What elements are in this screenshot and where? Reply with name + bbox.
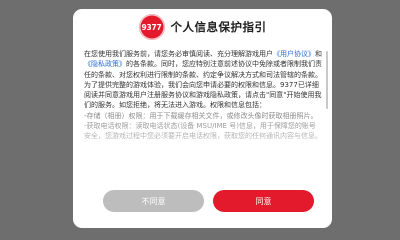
dialog-buttons: 不同意 同意 (73, 190, 332, 212)
policy-text[interactable]: 在您使用我们服务前，请您务必审慎阅读、充分理解游戏用户《用户协议》和《隐私政策》… (84, 49, 322, 159)
decline-button[interactable]: 不同意 (103, 190, 204, 212)
dialog-title: 个人信息保护指引 (170, 20, 267, 34)
permission-phone: -获取电话权限：读取电话状态(设备 MSU/IME 号)信息，用于保障您的账号安… (84, 122, 322, 141)
policy-intro: 在您使用我们服务前，请您务必审慎阅读、充分理解游戏用户《用户协议》和《隐私政策》… (84, 50, 322, 110)
permission-storage: -存储（相册）权限：用于下载缓存相关文件，或修改头像时获取相册照片。 (84, 111, 318, 120)
privacy-policy-link[interactable]: 《隐私政策》 (84, 60, 126, 68)
app-logo: 9377 (138, 14, 165, 40)
dialog-header: 9377 个人信息保护指引 (73, 9, 332, 45)
privacy-dialog: 9377 个人信息保护指引 在您使用我们服务前，请您务必审慎阅读、充分理解游戏用… (73, 9, 332, 228)
accept-button[interactable]: 同意 (213, 190, 314, 212)
user-agreement-link[interactable]: 《用户协议》 (273, 50, 315, 58)
scrollbar[interactable] (326, 51, 328, 109)
